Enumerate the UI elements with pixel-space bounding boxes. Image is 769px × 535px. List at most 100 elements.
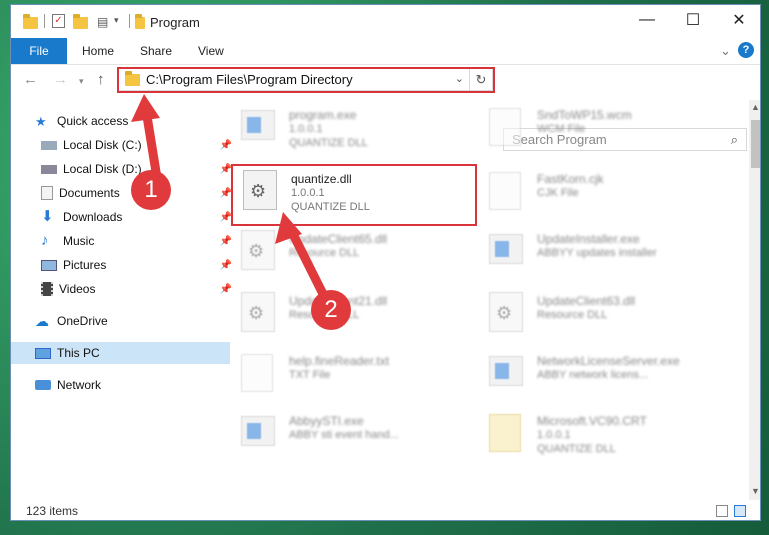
file-detail: WCM File [537, 123, 586, 135]
list-item[interactable]: SndToWP15.wcm WCM File [479, 100, 719, 152]
chevron-down-icon[interactable]: ▾ [114, 15, 119, 26]
tab-file[interactable]: File [11, 38, 67, 64]
gear-icon: ⚙ [496, 303, 513, 323]
sidebar-item-onedrive[interactable]: ☁ OneDrive [11, 310, 230, 332]
large-icons-view-icon[interactable] [734, 505, 746, 517]
exe-file-icon [241, 416, 275, 446]
file-highlight-box [231, 164, 477, 226]
chevron-up-icon[interactable]: ▲ [751, 102, 760, 112]
folder-icon [23, 14, 38, 29]
folder-file-icon [489, 414, 521, 452]
sidebar-item-local-disk-d[interactable]: Local Disk (D:) 📌 [11, 158, 236, 180]
document-icon [41, 186, 53, 200]
sidebar-item-label: Downloads [63, 210, 123, 224]
sidebar-item-videos[interactable]: Videos 📌 [11, 278, 236, 300]
download-icon: ⬇ [41, 208, 54, 225]
help-icon[interactable]: ? [738, 42, 754, 58]
document-icon [489, 172, 521, 210]
file-detail: Resource DLL [537, 309, 608, 321]
list-item[interactable]: Microsoft.VC90.CRT 1.0.0.1 QUANTIZE DLL [479, 406, 719, 458]
close-button[interactable]: ✕ [716, 5, 760, 35]
exe-file-icon [241, 110, 275, 140]
film-icon [41, 282, 53, 296]
chevron-down-icon[interactable]: ⌄ [720, 43, 731, 59]
drive-icon [41, 164, 57, 174]
file-detail: CJK File [537, 187, 579, 199]
details-view-icon[interactable] [716, 505, 728, 517]
step-badge-1: 1 [131, 170, 171, 210]
list-item[interactable]: NetworkLicenseServer.exe ABBY network li… [479, 346, 719, 398]
step-badge-2: 2 [311, 290, 351, 330]
forward-arrow-icon[interactable]: → [53, 71, 68, 88]
dll-file-icon: ⚙ [241, 292, 275, 332]
file-name: help.fineReader.txt [289, 354, 390, 368]
divider [129, 14, 130, 28]
scroll-thumb[interactable] [751, 120, 760, 168]
drive-icon [41, 140, 57, 150]
navigation-pane: ★ Quick access Local Disk (C:) 📌 Local D… [11, 103, 232, 493]
status-bar: 123 items [11, 500, 760, 520]
sidebar-item-documents[interactable]: Documents 📌 [11, 182, 236, 204]
sidebar-item-label: Network [57, 378, 102, 392]
exe-file-icon [489, 356, 523, 386]
sidebar-item-this-pc[interactable]: This PC [11, 342, 230, 364]
properties-icon[interactable]: ✓ [52, 14, 65, 28]
list-item[interactable]: AbbyySTI.exe ABBY sti event hand... [231, 406, 471, 458]
monitor-icon [35, 347, 51, 359]
file-name: UpdateClient63.dll [537, 294, 636, 308]
file-name: SndToWP15.wcm [537, 108, 632, 122]
list-item[interactable]: FastKorn.cjk CJK File [479, 164, 719, 216]
vertical-scrollbar[interactable]: ▲ ▼ [749, 100, 760, 500]
list-item[interactable]: ⚙ UpdateClient65.dll Resource DLL [231, 224, 471, 276]
exe-file-icon [489, 234, 523, 264]
title-bar: ✓ ▤ ▾ Program — ☐ ✕ [11, 5, 760, 37]
gear-icon: ⚙ [248, 241, 265, 261]
sidebar-item-label: OneDrive [57, 314, 108, 328]
file-detail: 1.0.0.1 [289, 123, 323, 135]
back-arrow-icon[interactable]: ← [23, 71, 38, 88]
document-icon [241, 354, 273, 392]
sidebar-item-music[interactable]: ♪ Music 📌 [11, 230, 236, 252]
folder-icon [135, 14, 145, 29]
customize-icon[interactable]: ▤ [97, 15, 108, 29]
divider [44, 14, 45, 28]
list-item[interactable]: help.fineReader.txt TXT File [231, 346, 471, 398]
tab-share[interactable]: Share [140, 44, 172, 58]
chevron-down-icon[interactable]: ▼ [751, 486, 760, 496]
tab-home[interactable]: Home [82, 44, 114, 58]
sidebar-item-label: This PC [57, 346, 100, 360]
file-list: program.exe 1.0.0.1 QUANTIZE DLL SndToWP… [219, 100, 739, 495]
item-count: 123 items [26, 504, 79, 518]
sidebar-item-pictures[interactable]: Pictures 📌 [11, 254, 236, 276]
network-icon [35, 380, 51, 390]
address-highlight-box [117, 67, 495, 93]
list-item[interactable]: ⚙ UpdateClient21.dll Resource DLL [231, 286, 471, 338]
sidebar-item-quick-access[interactable]: ★ Quick access [11, 110, 230, 132]
list-item[interactable]: program.exe 1.0.0.1 QUANTIZE DLL [231, 100, 471, 152]
sidebar-item-label: Documents [59, 186, 120, 200]
window-title: Program [150, 15, 200, 30]
sidebar-item-label: Quick access [57, 114, 129, 128]
minimize-button[interactable]: — [624, 5, 670, 35]
file-detail: ABBY network licens... [537, 369, 649, 381]
sidebar-item-label: Videos [59, 282, 96, 296]
maximize-button[interactable]: ☐ [670, 5, 716, 35]
pictures-icon [41, 259, 57, 271]
file-name: UpdateInstaller.exe [537, 232, 640, 246]
file-detail: QUANTIZE DLL [289, 137, 368, 149]
file-name: UpdateClient65.dll [289, 232, 388, 246]
sidebar-item-downloads[interactable]: ⬇ Downloads 📌 [11, 206, 236, 228]
file-name: FastKorn.cjk [537, 172, 604, 186]
sidebar-item-local-disk-c[interactable]: Local Disk (C:) 📌 [11, 134, 236, 156]
list-item[interactable]: ⚙ UpdateClient63.dll Resource DLL [479, 286, 719, 338]
up-arrow-icon[interactable]: ↑ [97, 71, 105, 88]
ribbon-tabs: File Home Share View ⌄ ? [11, 38, 760, 65]
sidebar-item-network[interactable]: Network [11, 374, 230, 396]
list-item[interactable]: UpdateInstaller.exe ABBYY updates instal… [479, 224, 719, 276]
explorer-window: ✓ ▤ ▾ Program — ☐ ✕ File Home Share View… [10, 4, 761, 521]
recent-locations-icon[interactable]: ▾ [79, 76, 84, 87]
tab-view[interactable]: View [198, 44, 224, 58]
dll-file-icon: ⚙ [241, 230, 275, 270]
new-folder-icon[interactable] [73, 14, 88, 29]
file-name: NetworkLicenseServer.exe [537, 354, 680, 368]
